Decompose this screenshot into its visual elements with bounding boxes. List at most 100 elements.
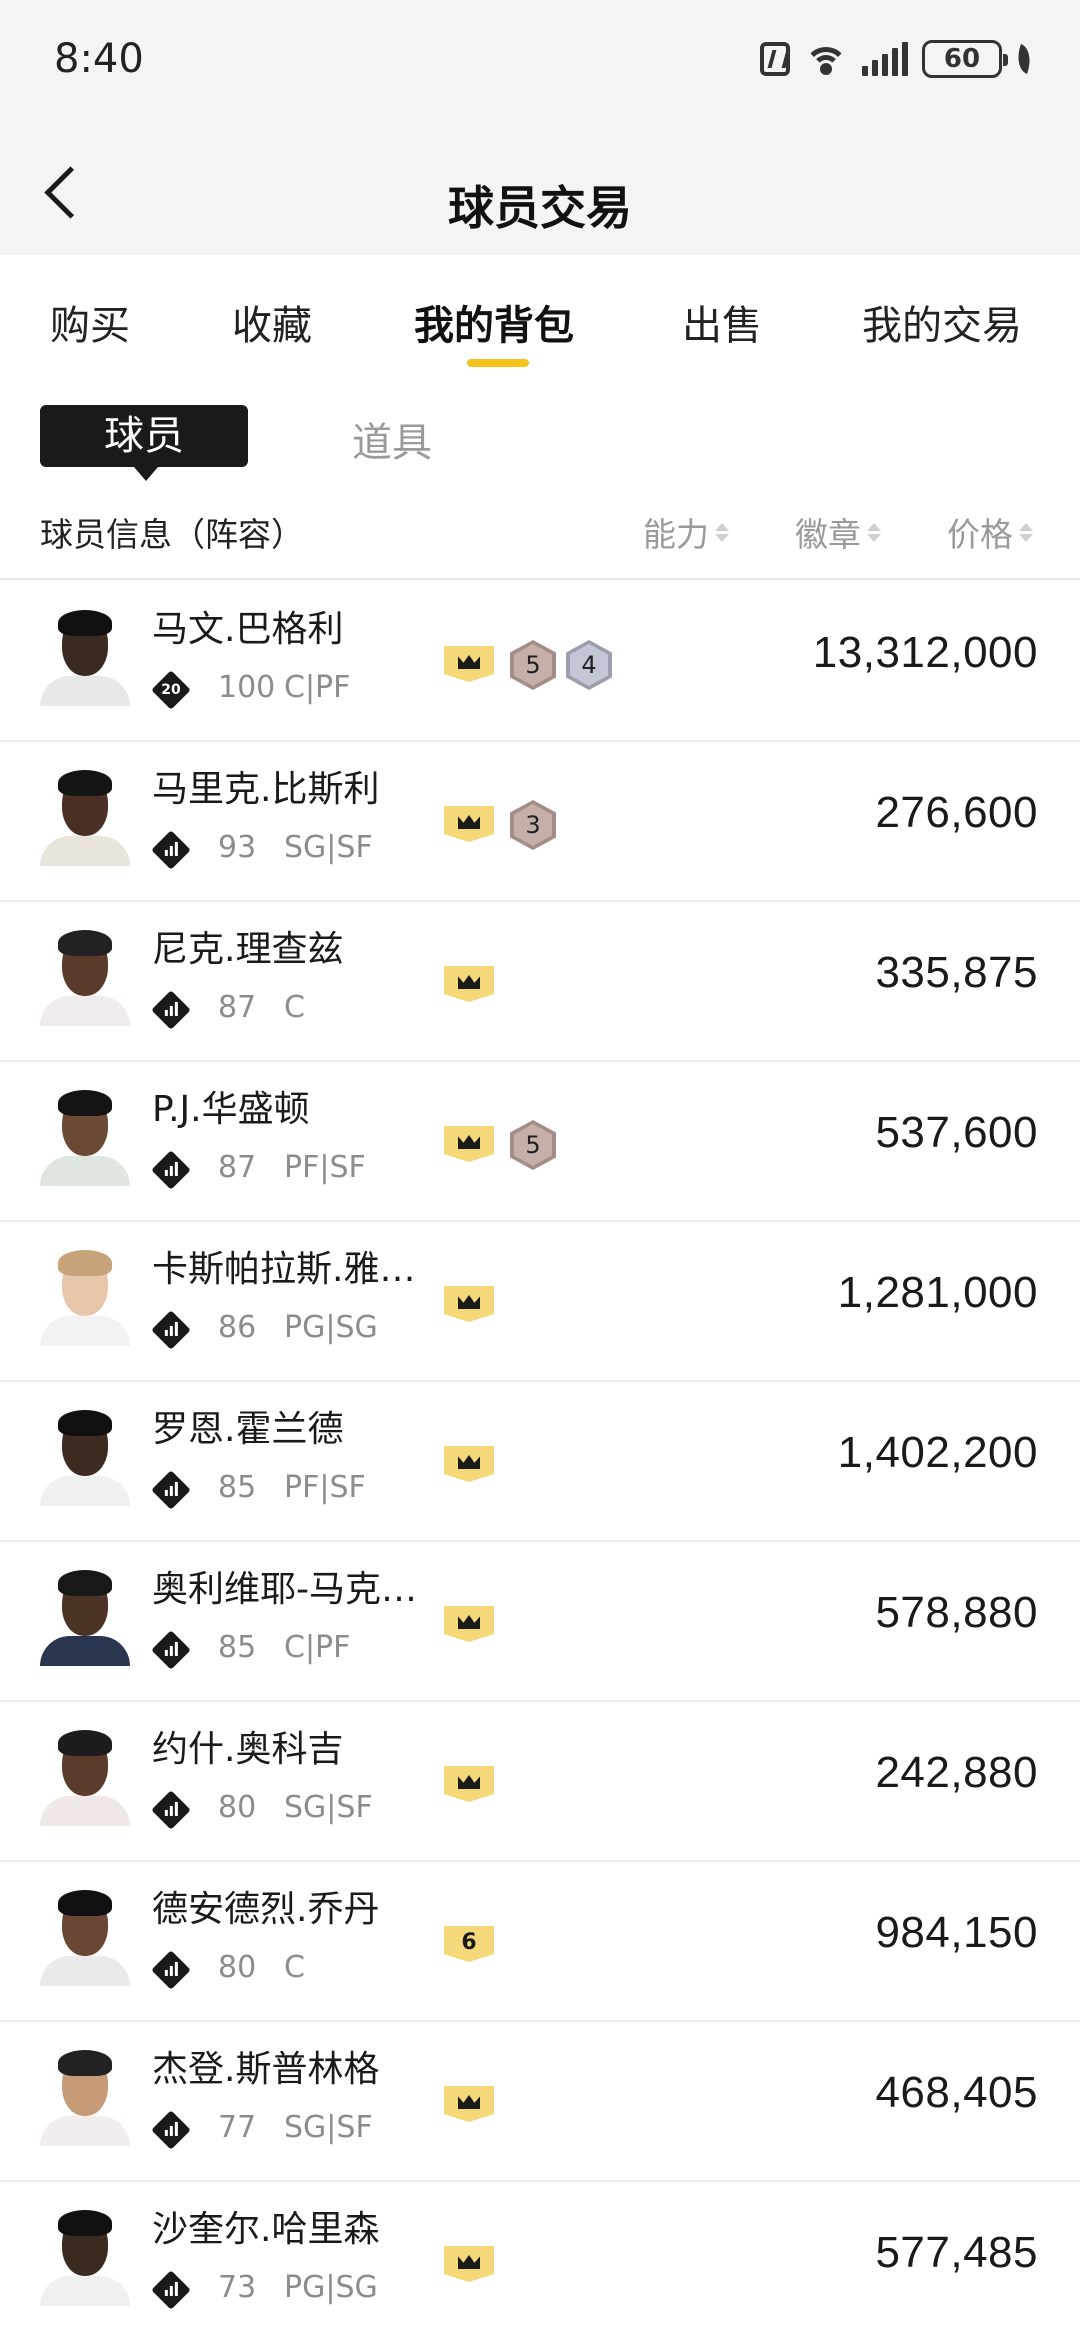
- player-name: 约什.奥科吉: [152, 1729, 344, 1770]
- active-tab-indicator: [467, 359, 529, 367]
- status-bar: 8:40 60: [0, 0, 1080, 120]
- player-position: SG|SF: [284, 1790, 373, 1825]
- crown-badge-icon: [444, 2246, 494, 2282]
- crown-badge-icon: [444, 2086, 494, 2122]
- hex-badge-level: 5: [525, 1131, 541, 1159]
- hex-badge-level: 4: [581, 651, 597, 679]
- player-overall: 87: [218, 990, 257, 1025]
- sort-icon: [867, 522, 881, 542]
- tab-sell[interactable]: 出售: [682, 293, 762, 351]
- player-row[interactable]: 卡斯帕拉斯.雅… 86 PG|SG 1,281,000: [0, 1222, 1080, 1382]
- tab-my-trades[interactable]: 我的交易: [862, 293, 1022, 351]
- player-avatar: [40, 770, 130, 866]
- player-row[interactable]: 约什.奥科吉 80 SG|SF 242,880: [0, 1702, 1080, 1862]
- player-avatar: [40, 1410, 130, 1506]
- player-avatar: [40, 930, 130, 1026]
- player-position: PF|SF: [284, 1150, 366, 1185]
- subtab-player[interactable]: 球员: [40, 405, 248, 481]
- rating-diamond-icon: [151, 830, 191, 870]
- tab-favorites[interactable]: 收藏: [232, 293, 312, 351]
- player-price: 13,312,000: [812, 628, 1038, 677]
- player-price: 984,150: [875, 1908, 1038, 1957]
- player-avatar: [40, 2050, 130, 2146]
- rating-diamond-icon: [151, 1470, 191, 1510]
- player-name: 杰登.斯普林格: [152, 2049, 380, 2090]
- signal-icon: [862, 42, 908, 76]
- crown-badge-icon: [444, 646, 494, 682]
- player-position: C: [284, 990, 305, 1025]
- player-price: 577,485: [875, 2228, 1038, 2277]
- sort-price[interactable]: 价格: [947, 508, 1033, 556]
- tab-my-backpack[interactable]: 我的背包: [414, 293, 574, 351]
- player-avatar: [40, 1570, 130, 1666]
- player-row[interactable]: 德安德烈.乔丹 80 C 6 984,150: [0, 1862, 1080, 2022]
- player-overall: 77: [218, 2110, 257, 2145]
- player-name: 马文.巴格利: [152, 609, 344, 650]
- tab-bar: 购买 收藏 我的背包 出售 我的交易: [0, 255, 1080, 380]
- player-name: 尼克.理查兹: [152, 929, 344, 970]
- rating-diamond-icon: [151, 1310, 191, 1350]
- player-name: 沙奎尔.哈里森: [152, 2209, 380, 2250]
- rating-label: 20: [161, 682, 181, 698]
- player-price: 335,875: [875, 948, 1038, 997]
- player-name: P.J.华盛顿: [152, 1089, 310, 1130]
- player-row[interactable]: 罗恩.霍兰德 85 PF|SF 1,402,200: [0, 1382, 1080, 1542]
- wifi-icon: [804, 41, 848, 77]
- hex-badge-level: 3: [525, 811, 541, 839]
- hex-badge-bronze: 3: [510, 800, 556, 850]
- sort-ability[interactable]: 能力: [643, 508, 729, 556]
- player-price: 1,281,000: [837, 1268, 1038, 1317]
- player-price: 242,880: [875, 1748, 1038, 1797]
- hex-badge-bronze: 5: [510, 640, 556, 690]
- rating-diamond-icon: [151, 1630, 191, 1670]
- leaf-icon: [1012, 44, 1036, 74]
- crown-badge-icon: [444, 1286, 494, 1322]
- battery-level: 60: [943, 44, 981, 74]
- player-avatar: [40, 2210, 130, 2306]
- status-time: 8:40: [54, 36, 144, 82]
- list-header: 球员信息（阵容） 能力 徽章 价格: [0, 490, 1080, 580]
- player-overall: 85: [218, 1630, 257, 1665]
- player-row[interactable]: 沙奎尔.哈里森 73 PG|SG 577,485: [0, 2182, 1080, 2331]
- player-avatar: [40, 1090, 130, 1186]
- player-position: SG|SF: [284, 830, 373, 865]
- player-overall: 85: [218, 1470, 257, 1505]
- player-position: C|PF: [284, 670, 351, 705]
- player-overall: 73: [218, 2270, 257, 2305]
- subtab-item[interactable]: 道具: [352, 410, 432, 468]
- crown-badge-icon: [444, 1126, 494, 1162]
- player-name: 卡斯帕拉斯.雅…: [152, 1249, 416, 1290]
- player-avatar: [40, 610, 130, 706]
- level-badge-number: 6: [461, 1929, 477, 1955]
- tab-buy[interactable]: 购买: [50, 293, 130, 351]
- player-row[interactable]: P.J.华盛顿 87 PF|SF 5 537,600: [0, 1062, 1080, 1222]
- status-icons: 60: [760, 40, 1036, 78]
- sort-badge[interactable]: 徽章: [795, 508, 881, 556]
- level-badge: 6: [444, 1926, 494, 1962]
- player-row[interactable]: 尼克.理查兹 87 C 335,875: [0, 902, 1080, 1062]
- header: 球员交易: [0, 120, 1080, 255]
- player-row[interactable]: 杰登.斯普林格 77 SG|SF 468,405: [0, 2022, 1080, 2182]
- player-overall: 80: [218, 1790, 257, 1825]
- hex-badge-silver: 4: [566, 640, 612, 690]
- player-position: PG|SG: [284, 2270, 378, 2305]
- crown-badge-icon: [444, 1766, 494, 1802]
- rating-diamond-icon: [151, 2270, 191, 2310]
- player-avatar: [40, 1730, 130, 1826]
- player-row[interactable]: 马文.巴格利 20 100 C|PF 5 4 13,312,000: [0, 582, 1080, 742]
- rating-diamond-icon: [151, 1950, 191, 1990]
- player-name: 奥利维耶-马克…: [152, 1569, 417, 1610]
- sort-icon: [1019, 522, 1033, 542]
- player-price: 537,600: [875, 1108, 1038, 1157]
- page-title: 球员交易: [448, 181, 632, 235]
- player-row[interactable]: 马里克.比斯利 93 SG|SF 3 276,600: [0, 742, 1080, 902]
- hex-badge-bronze: 5: [510, 1120, 556, 1170]
- column-player-info: 球员信息（阵容）: [40, 515, 304, 554]
- player-position: C|PF: [284, 1630, 351, 1665]
- player-position: SG|SF: [284, 2110, 373, 2145]
- player-price: 276,600: [875, 788, 1038, 837]
- nfc-icon: [760, 42, 790, 76]
- player-overall: 87: [218, 1150, 257, 1185]
- player-position: PF|SF: [284, 1470, 366, 1505]
- player-row[interactable]: 奥利维耶-马克… 85 C|PF 578,880: [0, 1542, 1080, 1702]
